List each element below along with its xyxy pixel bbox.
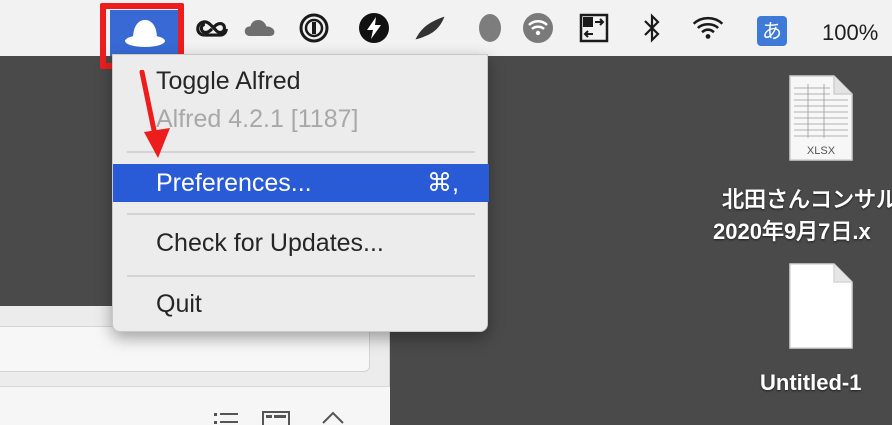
menu-separator [127, 151, 475, 153]
home-icon[interactable] [320, 410, 346, 425]
spreadsheet-file-icon[interactable]: XLSX [788, 74, 854, 162]
menu-item-label: Check for Updates... [156, 229, 384, 257]
background-window-field[interactable] [0, 326, 370, 372]
egg-icon[interactable] [474, 12, 506, 44]
menu-separator [127, 275, 475, 277]
file-name-line1: 北田さんコンサル [722, 187, 892, 212]
file-name-line2: 2020年9月7日.x [713, 219, 871, 244]
version-label: Alfred 4.2.1 [1187] [156, 105, 359, 133]
keyboard-shortcut: ⌘, [427, 169, 459, 197]
file-name: Untitled-1 [760, 370, 862, 395]
wifi-icon[interactable] [692, 12, 724, 44]
battery-percentage[interactable]: 100% [822, 20, 878, 46]
list-view-icon[interactable] [214, 410, 240, 425]
menu-item-check-updates[interactable]: Check for Updates... [113, 229, 489, 261]
file-type-badge: XLSX [807, 145, 836, 157]
annotation-arrow-icon [139, 70, 170, 158]
menu-item-quit[interactable]: Quit [113, 290, 489, 322]
wifi-hotspot-icon[interactable] [522, 12, 554, 44]
menu-item-preferences[interactable]: Preferences... ⌘, [113, 164, 489, 202]
menu-item-label: Toggle Alfred [156, 67, 301, 95]
bluetooth-icon[interactable] [636, 12, 668, 44]
1password-icon[interactable] [298, 12, 330, 44]
onedrive-icon[interactable] [244, 12, 276, 44]
reeder-bolt-icon[interactable] [358, 12, 390, 44]
menu-separator [127, 213, 475, 215]
sidebar-icon[interactable] [262, 410, 290, 425]
display-switch-icon[interactable] [578, 12, 610, 44]
menu-item-label: Quit [156, 290, 202, 318]
creative-cloud-icon[interactable] [196, 12, 228, 44]
blank-file-icon[interactable] [788, 262, 854, 350]
input-method-icon[interactable]: あ [757, 16, 787, 46]
menu-bar: あ 100% [0, 0, 892, 69]
menu-item-label: Preferences... [156, 169, 312, 197]
feather-icon[interactable] [414, 12, 446, 44]
